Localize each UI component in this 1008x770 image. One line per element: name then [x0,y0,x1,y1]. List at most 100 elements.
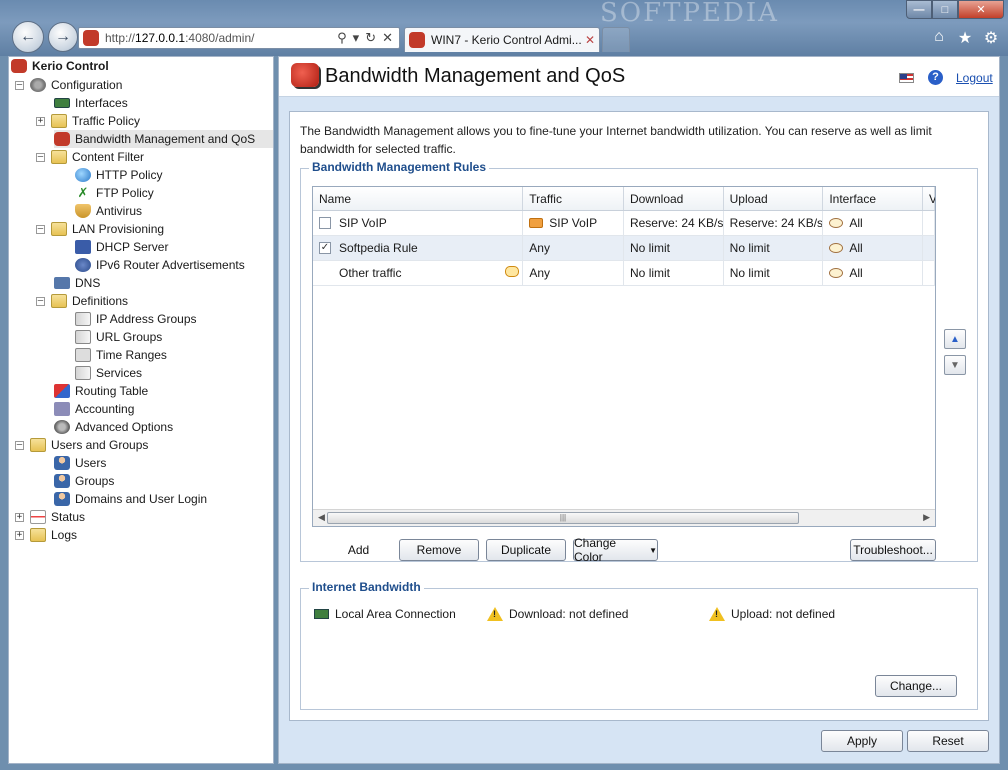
duplicate-button[interactable]: Duplicate [486,539,566,561]
upload-status: Upload: not defined [709,607,835,621]
table-row[interactable]: SIP VoIP SIP VoIP Reserve: 24 KB/s Reser… [313,211,935,236]
tree-root[interactable]: Kerio Control [11,59,109,73]
connection-item: Local Area Connection [314,607,456,621]
column-traffic[interactable]: Traffic [523,187,624,210]
tree-routing-table[interactable]: Routing Table [54,382,148,400]
tree-interfaces[interactable]: Interfaces [54,94,128,112]
table-row[interactable]: Other traffic Any No limit No limit All [313,261,935,286]
remove-button[interactable]: Remove [399,539,479,561]
advanced-options-icon [54,420,70,434]
intro-text: The Bandwidth Management allows you to f… [300,124,932,156]
scroll-left-icon[interactable]: ◀ [318,512,325,523]
dropdown-icon[interactable]: ▾ [353,30,360,46]
tree-ftp-policy[interactable]: ✗ FTP Policy [75,184,154,202]
column-interface[interactable]: Interface [823,187,923,210]
tree-ipv6-router[interactable]: IPv6 Router Advertisements [75,256,245,274]
change-bandwidth-button[interactable]: Change... [875,675,957,697]
internet-bandwidth-group: Internet Bandwidth Local Area Connection… [300,580,978,710]
expand-icon[interactable]: + [36,116,45,126]
download-status: Download: not defined [487,607,628,621]
tree-traffic-policy[interactable]: + Traffic Policy [36,112,140,130]
minimize-button[interactable]: — [906,0,932,19]
rule-checkbox[interactable] [319,217,331,229]
back-arrow-icon: ← [20,28,36,45]
us-flag-icon[interactable] [899,73,914,83]
horizontal-scrollbar[interactable]: ◀ ||| ▶ [313,509,935,526]
refresh-icon[interactable]: ↻ [365,30,376,46]
tree-users[interactable]: Users [54,454,106,472]
reset-button[interactable]: Reset [907,730,989,752]
url-groups-icon [75,330,91,344]
rules-legend: Bandwidth Management Rules [309,160,490,174]
home-icon[interactable]: ⌂ [930,28,948,48]
navigation-tree: Kerio Control – Configuration Interfaces … [8,56,274,764]
favorites-star-icon[interactable]: ★ [956,28,974,48]
change-color-button[interactable]: Change Color ▼ [573,536,658,564]
tree-domains-user-login[interactable]: Domains and User Login [54,490,207,508]
back-button[interactable]: ← [12,21,44,53]
comment-icon[interactable] [505,266,520,277]
settings-gear-icon[interactable]: ⚙ [982,28,1000,48]
tree-services[interactable]: Services [75,364,142,382]
stop-icon[interactable]: ✕ [382,30,393,46]
status-icon [30,510,46,524]
apply-button[interactable]: Apply [821,730,903,752]
tree-content-filter[interactable]: – Content Filter [36,148,144,166]
tree-accounting[interactable]: Accounting [54,400,134,418]
tree-lan-provisioning[interactable]: – LAN Provisioning [36,220,164,238]
scroll-right-icon[interactable]: ▶ [923,512,930,523]
tree-groups[interactable]: Groups [54,472,114,490]
collapse-icon[interactable]: – [36,152,45,162]
table-row[interactable]: ✓ Softpedia Rule Any No limit No limit Al… [313,236,935,261]
collapse-icon[interactable]: – [15,80,24,90]
add-button[interactable]: Add [321,539,396,561]
browser-tab[interactable]: WIN7 - Kerio Control Admi... ✕ [404,27,600,52]
maximize-button[interactable]: □ [932,0,958,19]
content-panel: The Bandwidth Management allows you to f… [289,111,989,721]
tree-http-policy[interactable]: HTTP Policy [75,166,162,184]
forward-button[interactable]: → [48,22,78,52]
tree-advanced-options[interactable]: Advanced Options [54,418,173,436]
column-v[interactable]: V [923,187,935,210]
tree-ip-address-groups[interactable]: IP Address Groups [75,310,197,328]
expand-icon[interactable]: + [15,530,24,540]
tree-antivirus[interactable]: Antivirus [75,202,142,220]
forward-arrow-icon: → [55,28,71,45]
move-down-button[interactable]: ▼ [944,355,966,375]
expand-icon[interactable]: + [15,512,24,522]
collapse-icon[interactable]: – [36,224,45,234]
tree-status[interactable]: + Status [15,508,85,526]
move-up-button[interactable]: ▲ [944,329,966,349]
users-groups-icon [30,438,46,452]
url-text[interactable]: http://127.0.0.1:4080/admin/ [105,31,337,45]
column-download[interactable]: Download [624,187,724,210]
help-icon[interactable]: ? [928,70,943,85]
download-cell: No limit [624,261,724,285]
tree-dhcp-server[interactable]: DHCP Server [75,238,168,256]
tree-bandwidth-qos[interactable]: Bandwidth Management and QoS [54,130,273,148]
column-upload[interactable]: Upload [724,187,824,210]
tree-users-and-groups[interactable]: – Users and Groups [15,436,148,454]
tree-time-ranges[interactable]: Time Ranges [75,346,167,364]
close-window-button[interactable]: ✕ [958,0,1004,19]
dns-icon [54,277,70,289]
interface-icon [829,268,844,278]
address-bar[interactable]: http://127.0.0.1:4080/admin/ ⚲ ▾ ↻ ✕ [78,27,400,49]
tree-definitions[interactable]: – Definitions [36,292,128,310]
network-card-icon [314,609,329,619]
tree-url-groups[interactable]: URL Groups [75,328,162,346]
tree-logs[interactable]: + Logs [15,526,77,544]
rule-checkbox[interactable]: ✓ [319,242,331,254]
troubleshoot-button[interactable]: Troubleshoot... [850,539,936,561]
search-icon[interactable]: ⚲ [337,30,347,46]
scrollbar-thumb[interactable]: ||| [327,512,799,524]
collapse-icon[interactable]: – [15,440,24,450]
collapse-icon[interactable]: – [36,296,45,306]
tree-configuration[interactable]: – Configuration [15,76,122,94]
tree-dns[interactable]: DNS [54,274,100,292]
sip-voip-icon [529,218,544,228]
close-tab-icon[interactable]: ✕ [585,33,595,47]
logout-link[interactable]: Logout [956,71,993,85]
new-tab-button[interactable] [602,27,630,52]
column-name[interactable]: Name [313,187,524,210]
